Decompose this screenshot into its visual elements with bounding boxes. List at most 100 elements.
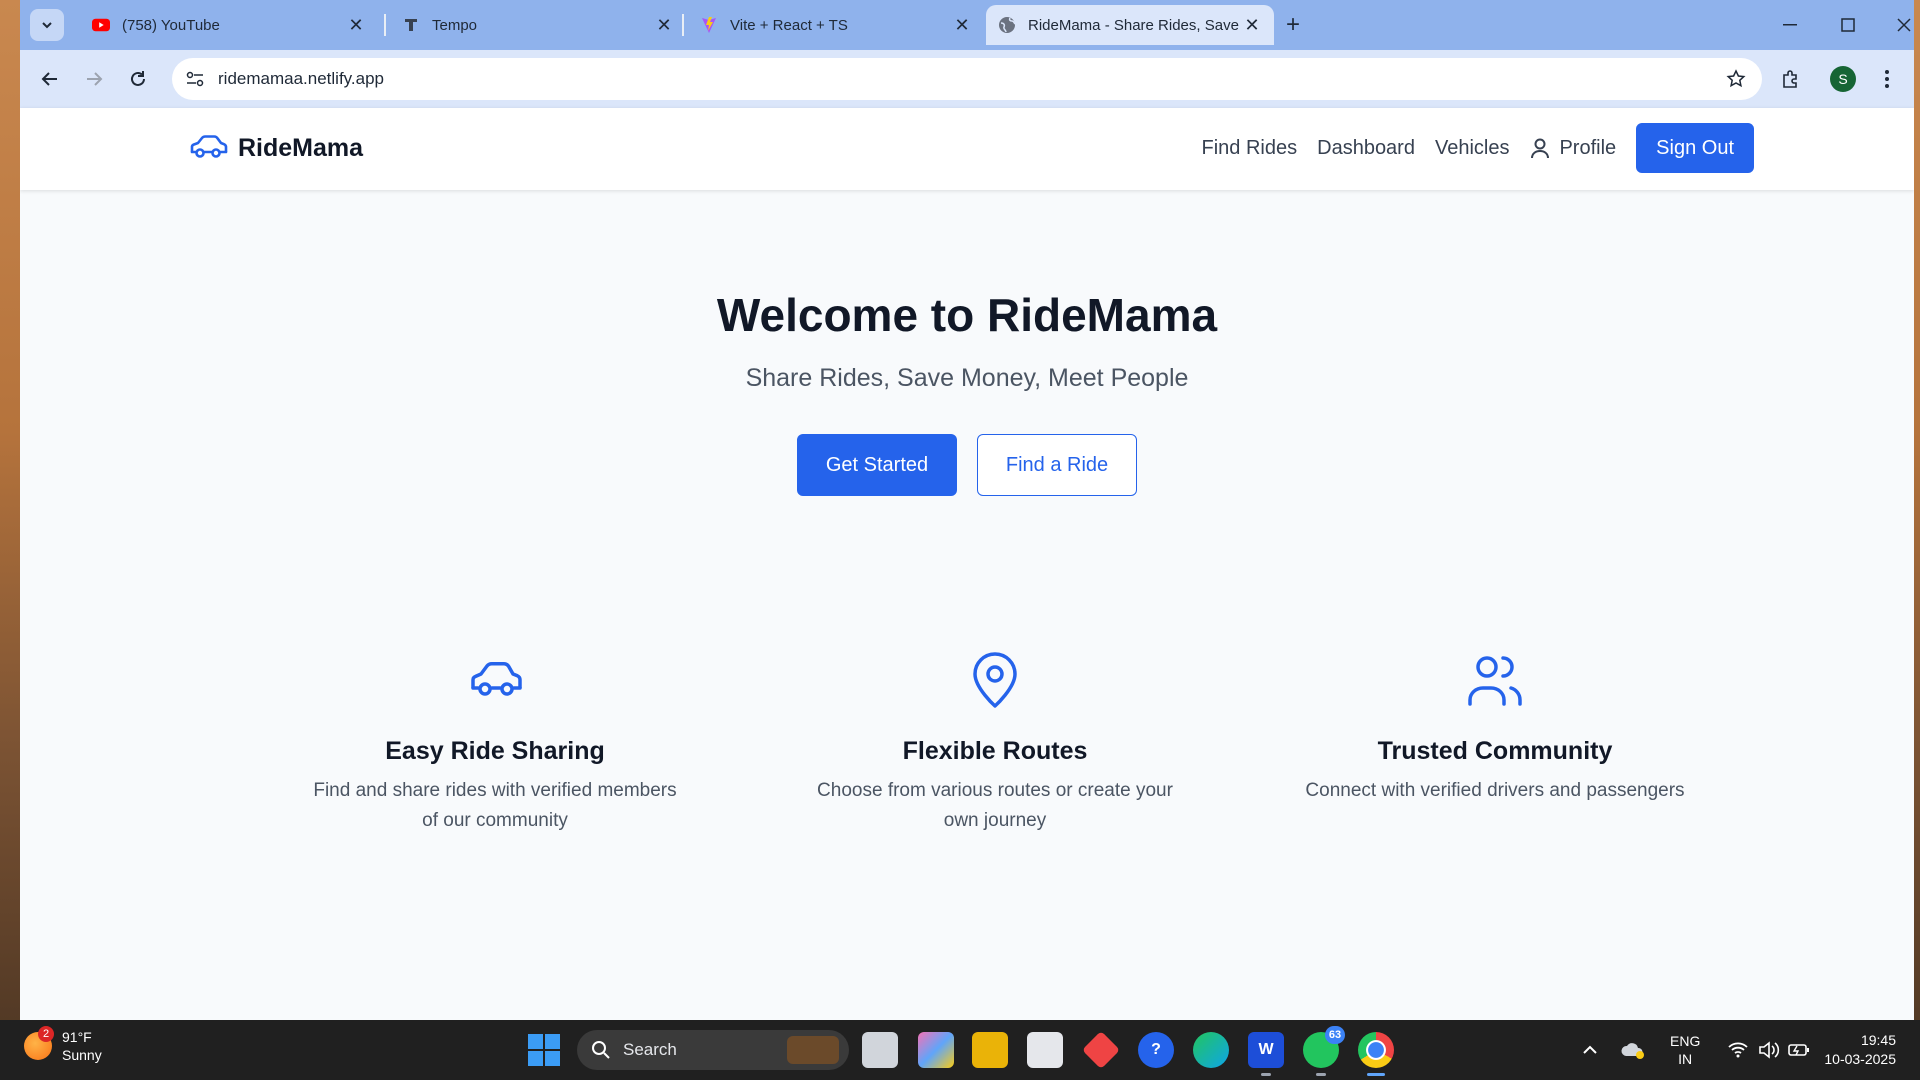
minimize-button[interactable]: [1770, 8, 1810, 42]
feature-card: Easy Ride Sharing Find and share rides w…: [295, 650, 695, 836]
site-header: RideMama Find Rides Dashboard Vehicles P…: [20, 108, 1914, 190]
back-button[interactable]: [32, 61, 68, 97]
volume-icon[interactable]: [1758, 1041, 1780, 1059]
close-icon[interactable]: ✕: [654, 15, 674, 35]
region-code: IN: [1678, 1051, 1693, 1067]
search-highlight-image: [787, 1036, 839, 1064]
reload-icon: [131, 71, 145, 86]
feature-title: Flexible Routes: [902, 737, 1088, 765]
microsoft-store-icon[interactable]: [1027, 1032, 1063, 1068]
globe-icon: [998, 16, 1016, 34]
bookmark-star-icon[interactable]: [1724, 67, 1748, 91]
address-bar[interactable]: ridemamaa.netlify.app: [172, 58, 1762, 100]
tab-strip: (758) YouTube ✕ Tempo ✕ Vite + React + T…: [20, 0, 1914, 50]
file-explorer-icon[interactable]: [972, 1032, 1008, 1068]
feature-title: Easy Ride Sharing: [385, 737, 605, 765]
word-icon[interactable]: W: [1248, 1032, 1284, 1076]
sun-icon: 2: [24, 1026, 54, 1060]
copilot-icon[interactable]: [918, 1032, 954, 1068]
tab-ridemama[interactable]: RideMama - Share Rides, Save M ✕: [986, 5, 1274, 45]
task-view-icon[interactable]: [862, 1032, 898, 1068]
tab-divider: [682, 14, 684, 36]
notification-count: 63: [1325, 1026, 1345, 1044]
tab-youtube[interactable]: (758) YouTube ✕: [80, 5, 378, 45]
nav-dashboard[interactable]: Dashboard: [1317, 137, 1415, 160]
more-vertical-icon: [1885, 70, 1889, 88]
feature-title: Trusted Community: [1377, 737, 1613, 765]
arrow-left-icon: [41, 72, 57, 86]
weather-temp: 91°F: [62, 1029, 92, 1045]
profile-button[interactable]: S: [1828, 64, 1858, 94]
weather-widget[interactable]: 2 91°F Sunny: [24, 1026, 102, 1064]
brand-logo-link[interactable]: RideMama: [188, 132, 363, 164]
chevron-up-icon[interactable]: [1582, 1045, 1598, 1055]
vite-icon: [700, 16, 718, 34]
chrome-icon[interactable]: [1358, 1032, 1394, 1076]
car-icon: [190, 135, 228, 158]
system-tray: ENG IN: [1582, 1020, 1810, 1080]
web-page: RideMama Find Rides Dashboard Vehicles P…: [20, 108, 1914, 1020]
close-icon[interactable]: ✕: [346, 15, 366, 35]
reload-button[interactable]: [120, 61, 156, 97]
main-nav: Find Rides Dashboard Vehicles Profile Si…: [1182, 123, 1754, 173]
maximize-icon: [1841, 18, 1855, 32]
get-started-button[interactable]: Get Started: [797, 434, 957, 496]
map-pin-icon: [973, 652, 1017, 708]
hero-title: Welcome to RideMama: [716, 289, 1218, 341]
minimize-icon: [1783, 24, 1797, 26]
tab-tempo[interactable]: Tempo ✕: [390, 5, 686, 45]
taskbar: 2 91°F Sunny Search ? W 63 ENG IN 19:45 …: [0, 1020, 1920, 1080]
wifi-icon[interactable]: [1728, 1042, 1748, 1058]
clock-date: 10-03-2025: [1824, 1051, 1896, 1067]
tempo-icon: [402, 16, 420, 34]
tab-title: Vite + React + TS: [730, 16, 848, 34]
close-icon[interactable]: ✕: [952, 15, 972, 35]
hero-tagline: Share Rides, Save Money, Meet People: [745, 364, 1189, 392]
language-code: ENG: [1670, 1033, 1701, 1049]
features-section: Easy Ride Sharing Find and share rides w…: [295, 650, 1695, 836]
edge-icon[interactable]: [1193, 1032, 1229, 1068]
start-button[interactable]: [528, 1034, 560, 1066]
search-label: Search: [623, 1040, 677, 1059]
onedrive-icon[interactable]: [1620, 1040, 1646, 1060]
help-icon[interactable]: ?: [1138, 1032, 1174, 1068]
nav-vehicles[interactable]: Vehicles: [1435, 137, 1510, 160]
nav-profile[interactable]: Profile: [1529, 137, 1616, 160]
users-icon: [1468, 656, 1522, 706]
tab-search-button[interactable]: [30, 9, 64, 41]
forward-button[interactable]: [76, 61, 112, 97]
hero-section: Welcome to RideMama Share Rides, Save Mo…: [20, 288, 1914, 393]
whatsapp-icon[interactable]: 63: [1303, 1026, 1345, 1076]
hero-actions: Get Started Find a Ride: [20, 434, 1914, 496]
close-icon[interactable]: ✕: [1242, 15, 1262, 35]
clock[interactable]: 19:45 10-03-2025: [1824, 1031, 1896, 1069]
maximize-button[interactable]: [1828, 8, 1868, 42]
nav-profile-label: Profile: [1559, 136, 1617, 159]
battery-icon[interactable]: [1788, 1042, 1810, 1058]
find-a-ride-button[interactable]: Find a Ride: [977, 434, 1137, 496]
tab-divider: [384, 14, 386, 36]
extensions-button[interactable]: [1776, 64, 1806, 94]
taskbar-search[interactable]: Search: [577, 1030, 849, 1070]
windows-logo-icon: [528, 1034, 543, 1049]
language-indicator[interactable]: ENG IN: [1670, 1032, 1700, 1068]
user-icon: [1531, 138, 1550, 159]
url-text[interactable]: ridemamaa.netlify.app: [218, 69, 384, 89]
nav-find-rides[interactable]: Find Rides: [1202, 137, 1298, 160]
close-icon: [1897, 18, 1911, 32]
tab-title: (758) YouTube: [122, 16, 220, 34]
new-tab-button[interactable]: +: [1278, 10, 1308, 40]
feature-card: Flexible Routes Choose from various rout…: [795, 650, 1195, 836]
site-info-icon[interactable]: [182, 66, 208, 92]
puzzle-icon: [1783, 70, 1797, 88]
feature-text: Choose from various routes or create you…: [817, 780, 1173, 831]
feature-text: Find and share rides with verified membe…: [313, 780, 677, 831]
browser-menu-button[interactable]: [1872, 64, 1902, 94]
anydesk-icon[interactable]: [1081, 1030, 1121, 1070]
weather-condition: Sunny: [62, 1047, 102, 1063]
sign-out-button[interactable]: Sign Out: [1636, 123, 1754, 173]
close-window-button[interactable]: [1884, 8, 1914, 42]
search-icon: [592, 1041, 610, 1059]
tab-vite[interactable]: Vite + React + TS ✕: [688, 5, 984, 45]
feature-text: Connect with verified drivers and passen…: [1305, 780, 1685, 801]
